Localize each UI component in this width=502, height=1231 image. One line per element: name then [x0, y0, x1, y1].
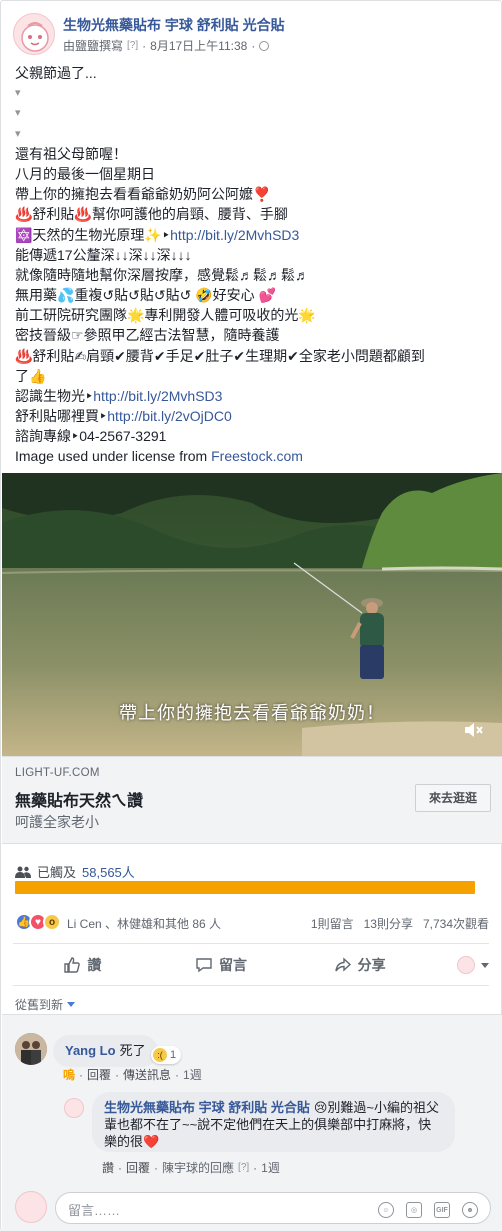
like-button[interactable]: 讚	[13, 947, 152, 983]
comment-sort-dropdown[interactable]: 從舊到新	[15, 996, 76, 1013]
body-line: 還有祖父母節喔！	[15, 145, 127, 162]
link-description: 呵護全家老小	[15, 814, 99, 830]
reach-label: 已觸及 58,565人	[15, 862, 135, 881]
reach-progress-fill	[15, 881, 475, 894]
reach-count[interactable]: 58,565人	[82, 862, 135, 881]
reactor-names[interactable]: Li Cen 、林健雄和其他 86 人	[67, 915, 221, 932]
reaction-icons[interactable]: 👍 ♥ o	[15, 913, 61, 931]
like-link[interactable]: 讚	[102, 1159, 114, 1176]
body-line: 密技晉級☞參照甲乙經古法智慧，隨時養護	[15, 327, 280, 344]
thumbs-up-icon	[64, 957, 81, 973]
body-line: 了👍	[15, 367, 47, 384]
page-reply-avatar[interactable]	[64, 1098, 84, 1118]
page-mini-avatar	[457, 956, 476, 974]
body-line: 認識生物光‣http://bit.ly/2MvhSD3	[15, 388, 223, 404]
comment-time[interactable]: 1週	[261, 1159, 280, 1176]
link-domain: LIGHT-UF.COM	[15, 767, 100, 779]
comment-text: 死了	[119, 1043, 146, 1058]
post-as-selector[interactable]	[429, 947, 490, 983]
comment-reacted-button[interactable]: 嗚	[63, 1066, 75, 1083]
comment-author[interactable]: Yang Lo	[65, 1043, 116, 1058]
speaker-mute-icon[interactable]	[462, 719, 484, 741]
body-line: ♨️舒利貼♨️幫你呵護他的肩頸、腰背、手腳	[15, 206, 288, 223]
reach-progress-bar	[15, 881, 475, 894]
body-line: ♨️舒利貼✍肩頸✔腰背✔手足✔肚子✔生理期✔全家老小問題都顧到	[15, 347, 425, 364]
comment-button[interactable]: 留言	[152, 947, 291, 983]
body-line: 無用藥💦重複↺貼↺貼↺貼↺ 🤣好安心 💕	[15, 287, 276, 304]
comment-icon	[196, 958, 212, 973]
people-icon	[15, 866, 31, 878]
post-header: 生物光無藥貼布 宇球 舒利貼 光合貼 由鹽鹽撰寫 [?] · 8月17日上午11…	[13, 11, 489, 57]
camera-icon[interactable]: ◎	[406, 1202, 422, 1218]
reply-link[interactable]: 回覆	[126, 1159, 150, 1176]
share-count[interactable]: 13則分享	[364, 915, 413, 932]
body-line: ▾	[15, 127, 21, 140]
body-line: 前工研院研究團隊🌟專利開發人體可吸收的光🌟	[15, 307, 316, 324]
emoji-icon[interactable]: ☺	[378, 1202, 394, 1218]
page-avatar[interactable]	[13, 13, 55, 55]
bio-light-link[interactable]: http://bit.ly/2MvhSD3	[170, 227, 299, 243]
body-line: 帶上你的擁抱去看看爺爺奶奶阿公阿嬤❣️	[15, 186, 271, 203]
chevron-down-icon	[481, 962, 490, 968]
post-stats: 1則留言 13則分享 7,734次觀看	[311, 915, 489, 932]
share-button[interactable]: 分享	[290, 947, 429, 983]
post-timestamp[interactable]: 8月17日上午11:38	[150, 37, 247, 54]
send-message-link[interactable]: 傳送訊息	[123, 1066, 171, 1083]
wow-reaction-icon: o	[43, 913, 61, 931]
link-preview[interactable]: LIGHT-UF.COM 無藥貼布天然ㄟ讚 呵護全家老小 來去逛逛	[2, 756, 502, 844]
body-line: 八月的最後一個星期日	[15, 165, 155, 182]
post-card: 生物光無藥貼布 宇球 舒利貼 光合貼 由鹽鹽撰寫 [?] · 8月17日上午11…	[0, 0, 502, 1231]
sad-reaction-icon: :(	[153, 1048, 167, 1062]
body-line: 🔯天然的生物光原理✨‣http://bit.ly/2MvhSD3	[15, 226, 300, 243]
reply-link[interactable]: 回覆	[87, 1066, 111, 1083]
body-line: 舒利貼哪裡買‣http://bit.ly/2vOjDC0	[15, 408, 232, 425]
divider	[13, 985, 489, 986]
post-actions: 讚 留言 分享	[13, 947, 490, 983]
video-player[interactable]: 帶上你的擁抱去看看爺爺奶奶！	[2, 473, 502, 756]
comment-actions: 嗚 · 回覆 · 傳送訊息 · 1週	[63, 1066, 202, 1083]
avatar[interactable]	[15, 1033, 47, 1065]
comment-bubble: Yang Lo 死了	[53, 1035, 158, 1067]
body-line: 就像隨時隨地幫你深層按摩，感覺鬆♬鬆♬鬆♬	[15, 266, 309, 283]
page-name-link[interactable]: 生物光無藥貼布 宇球 舒利貼 光合貼	[63, 15, 285, 35]
reactions-summary: 👍 ♥ o Li Cen 、林健雄和其他 86 人 1則留言 13則分享 7,7…	[15, 911, 489, 935]
reply-actions: 讚 · 回覆 · 陳宇球的回應 [?] · 1週	[102, 1159, 280, 1176]
divider	[13, 943, 489, 944]
globe-icon[interactable]	[259, 40, 270, 51]
body-line: 父親節過了...	[15, 65, 97, 81]
body-line: 能傳遞17公釐深↓↓深↓↓深↓↓↓	[15, 246, 192, 263]
composer-avatar	[15, 1191, 47, 1223]
view-count: 7,734次觀看	[422, 917, 489, 931]
image-credit: Image used under license from Freestock.…	[15, 448, 303, 464]
comment-time[interactable]: 1週	[183, 1066, 202, 1083]
freestock-link[interactable]: Freestock.com	[211, 448, 303, 464]
link-title[interactable]: 無藥貼布天然ㄟ讚	[15, 787, 143, 811]
help-link[interactable]: [?]	[127, 40, 138, 51]
comment-reaction-badge[interactable]: :( 1	[151, 1046, 182, 1064]
post-body: 父親節過了... ▾ ▾ ▾ 還有祖父母節喔！ 八月的最後一個星期日 帶上你的擁…	[15, 63, 491, 447]
comment-composer: 留言…… ☺ ◎ GIF ☻	[15, 1190, 491, 1224]
body-line: 諮詢專線‣04-2567-3291	[15, 428, 167, 445]
post-meta: 由鹽鹽撰寫 [?] · 8月17日上午11:38 ·	[63, 37, 270, 54]
chevron-down-icon	[67, 1002, 76, 1007]
comment-input[interactable]: 留言…… ☺ ◎ GIF ☻	[55, 1192, 491, 1224]
video-caption: 帶上你的擁抱去看看爺爺奶奶！	[119, 703, 385, 723]
composer-tools: ☺ ◎ GIF ☻	[378, 1202, 478, 1218]
replier-label: 陳宇球的回應	[162, 1161, 235, 1175]
body-line: ▾	[15, 107, 21, 120]
body-line: ▾	[15, 87, 21, 100]
comments-section: Yang Lo 死了 :( 1 嗚 · 回覆 · 傳送訊息 · 1週 生物光無藥貼布 宇…	[2, 1014, 502, 1231]
where-to-buy-link[interactable]: http://bit.ly/2vOjDC0	[107, 408, 232, 424]
comment-count[interactable]: 1則留言	[311, 915, 354, 932]
gif-icon[interactable]: GIF	[434, 1202, 450, 1218]
author-line: 由鹽鹽撰寫	[63, 39, 124, 53]
learn-bio-light-link[interactable]: http://bit.ly/2MvhSD3	[93, 388, 222, 404]
learn-more-button[interactable]: 來去逛逛	[415, 784, 491, 812]
reply-author[interactable]: 生物光無藥貼布 宇球 舒利貼 光合貼	[104, 1100, 310, 1115]
help-link[interactable]: [?]	[238, 1162, 249, 1173]
reply-bubble: 生物光無藥貼布 宇球 舒利貼 光合貼 😢別難過~小編的祖父輩也都不在了~~說不定他…	[92, 1092, 455, 1152]
sticker-icon[interactable]: ☻	[462, 1202, 478, 1218]
share-arrow-icon	[334, 957, 351, 972]
body-line-text: 🔯天然的生物光原理✨	[15, 226, 162, 243]
